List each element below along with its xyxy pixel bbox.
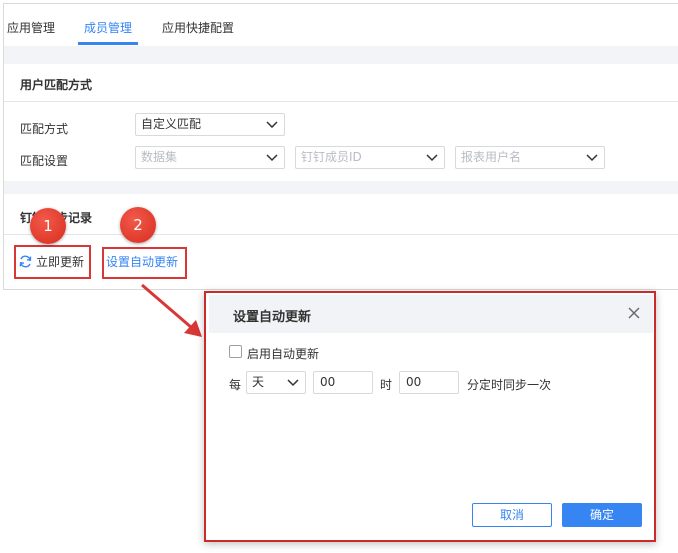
divider	[4, 101, 678, 102]
tab-app-management[interactable]: 应用管理	[7, 19, 55, 36]
tab-bar: 应用管理 成员管理 应用快捷配置	[4, 4, 678, 46]
step-badge-2: 2	[120, 207, 156, 243]
annotation-box-refresh	[14, 245, 91, 279]
section-spacer	[4, 46, 678, 64]
match-method-value: 自定义匹配	[141, 117, 202, 131]
confirm-button[interactable]: 确定	[562, 503, 642, 527]
auto-update-dialog: 设置自动更新 启用自动更新 每 天 00 时 00 分定时同步一次 取消 确定	[209, 295, 653, 538]
report-username-placeholder: 报表用户名	[461, 150, 522, 164]
dialog-title: 设置自动更新	[233, 310, 312, 325]
minute-input[interactable]: 00	[399, 371, 459, 394]
dataset-select[interactable]: 数据集	[135, 146, 285, 169]
tab-app-quick-config[interactable]: 应用快捷配置	[162, 19, 234, 36]
match-settings-label: 匹配设置	[20, 154, 69, 168]
match-section-title: 用户匹配方式	[20, 78, 93, 92]
step-badge-1: 1	[30, 208, 66, 244]
chevron-down-icon	[426, 154, 438, 162]
divider	[4, 234, 678, 235]
chevron-down-icon	[287, 379, 299, 387]
enable-auto-update-label: 启用自动更新	[247, 347, 320, 361]
match-method-label: 匹配方式	[20, 122, 69, 136]
tab-member-management[interactable]: 成员管理	[84, 19, 132, 36]
minute-suffix-label: 分定时同步一次	[467, 378, 552, 392]
hour-input[interactable]: 00	[313, 371, 373, 394]
match-method-select[interactable]: 自定义匹配	[135, 113, 285, 136]
chevron-down-icon	[266, 121, 278, 129]
annotation-box-auto-update	[102, 247, 187, 279]
chevron-down-icon	[586, 154, 598, 162]
dataset-placeholder: 数据集	[141, 150, 178, 164]
hour-label: 时	[380, 378, 393, 392]
period-value: 天	[252, 375, 265, 389]
dialog-header: 设置自动更新	[209, 295, 653, 333]
section-spacer	[4, 181, 678, 194]
chevron-down-icon	[266, 154, 278, 162]
period-select[interactable]: 天	[246, 371, 306, 394]
every-label: 每	[229, 378, 242, 392]
close-icon[interactable]	[627, 306, 641, 320]
dingtalk-member-id-placeholder: 钉钉成员ID	[301, 150, 362, 164]
dingtalk-member-id-select[interactable]: 钉钉成员ID	[295, 146, 445, 169]
active-tab-indicator	[78, 42, 138, 45]
enable-auto-update-checkbox[interactable]	[229, 345, 242, 358]
cancel-button[interactable]: 取消	[472, 503, 552, 527]
report-username-select[interactable]: 报表用户名	[455, 146, 605, 169]
